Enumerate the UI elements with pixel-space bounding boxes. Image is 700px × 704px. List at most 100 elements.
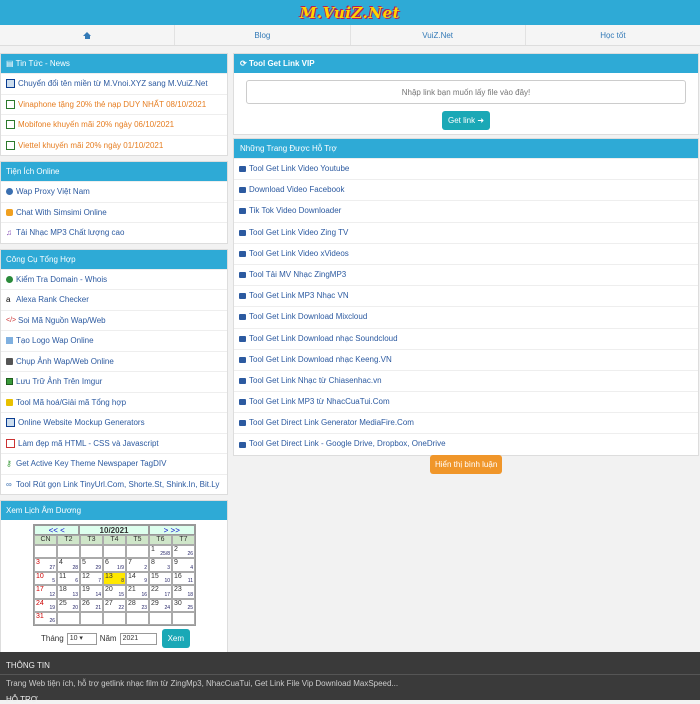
month-select[interactable]: 10 ▾ (66, 632, 97, 645)
year-input[interactable]: 2021 (119, 632, 157, 645)
calendar-day[interactable]: 12 7 (80, 571, 103, 586)
nav-blog[interactable]: Blog (175, 25, 351, 45)
lock-icon (6, 398, 13, 406)
tool-item[interactable]: Chụp Ảnh Wap/Web Online (1, 350, 227, 372)
dow-label: T4 (103, 535, 126, 545)
calendar-day[interactable]: 24 19 (34, 598, 57, 612)
get-link-button[interactable]: Get link ➜ (441, 111, 491, 130)
link-input[interactable] (246, 80, 686, 104)
supported-item[interactable]: Tool Get Link Video Zing TV (234, 221, 698, 243)
calendar-day[interactable]: 22 17 (149, 585, 172, 599)
supported-title: Những Trang Được Hỗ Trợ (234, 139, 698, 158)
calendar-day[interactable]: 20 15 (103, 585, 126, 599)
calendar-day[interactable]: 31 26 (34, 611, 57, 626)
nav-hoc-tot[interactable]: Học tốt (526, 25, 700, 45)
calendar-day[interactable]: 27 22 (103, 598, 126, 612)
tool-item[interactable]: ∞ Tool Rút gọn Link TinyUrl.Com, Shorte.S… (1, 473, 227, 495)
supported-item[interactable]: Tool Get Link MP3 Nhạc VN (234, 285, 698, 306)
tool-item[interactable]: Lưu Trữ Ảnh Trên Imgur (1, 371, 227, 392)
tool-item[interactable]: Làm đẹp mã HTML - CSS và Javascript (1, 432, 227, 454)
calendar-day[interactable]: 25 20 (57, 598, 80, 612)
supported-item[interactable]: Tik Tok Video Downloader (234, 200, 698, 221)
supported-panel: Những Trang Được Hỗ Trợ Tool Get Link Vi… (233, 138, 699, 456)
prev-month-button[interactable]: << < (34, 525, 80, 535)
online-item[interactable]: ♫ Tải Nhạc MP3 Chất lượng cao (1, 222, 227, 243)
calendar-day[interactable]: 6 1/9 (103, 558, 126, 572)
calendar-day[interactable]: 21 16 (126, 585, 149, 599)
arrow-right-icon: ➜ (477, 116, 485, 125)
dow-label: T6 (149, 535, 172, 545)
supported-item[interactable]: Tool Get Link Download nhạc Soundcloud (234, 327, 698, 349)
footer-title-support: HỖ TRỢ (6, 695, 38, 704)
file-code-icon (6, 438, 15, 448)
tool-item[interactable]: Tạo Logo Wap Online (1, 330, 227, 351)
online-panel: Tiện Ích Online Wap Proxy Việt Nam Chat … (0, 161, 228, 244)
calendar-day[interactable]: 23 18 (172, 585, 195, 599)
vip-title: ⟳ Tool Get Link VIP (234, 54, 698, 73)
year-label: Năm (99, 634, 117, 644)
share-icon (239, 420, 246, 427)
news-item[interactable]: Vinaphone tặng 20% thẻ nạp DUY NHẤT 08/1… (1, 93, 227, 115)
calendar-day[interactable]: 11 6 (57, 571, 80, 586)
supported-item[interactable]: Tool Get Direct Link Generator MediaFire… (234, 412, 698, 433)
calendar-day[interactable]: 18 13 (57, 585, 80, 599)
newspaper-icon: ▤ (6, 59, 16, 68)
supported-item[interactable]: Tool Get Link Download nhạc Keeng.VN (234, 348, 698, 370)
calendar-day[interactable]: 10 5 (34, 571, 57, 586)
calendar-day[interactable]: 17 12 (34, 585, 57, 599)
supported-item[interactable]: Tool Get Direct Link - Google Drive, Dro… (234, 433, 698, 454)
calendar-day[interactable]: 83 (149, 558, 172, 572)
view-calendar-button[interactable]: Xem (161, 629, 191, 649)
calendar-day[interactable]: 72 (126, 558, 149, 572)
main-content: ⟳ Tool Get Link VIP Get link ➜ Những Tra… (233, 53, 699, 459)
site-logo[interactable]: M.VuiZ.Net (300, 4, 400, 22)
calendar-day[interactable]: 26 21 (80, 598, 103, 612)
next-month-button[interactable]: > >> (148, 525, 195, 535)
tool-item[interactable]: a Alexa Rank Checker (1, 289, 227, 310)
tool-item[interactable]: Tool Mã hoá/Giải mã Tổng hợp (1, 391, 227, 413)
calendar-day[interactable]: 19 14 (80, 585, 103, 599)
tool-item[interactable]: Kiểm Tra Domain - Whois (1, 268, 227, 290)
calendar-day[interactable]: 15 10 (149, 571, 172, 586)
calendar-day[interactable]: 28 23 (126, 598, 149, 612)
show-comments-button[interactable]: Hiển thị bình luận (430, 455, 503, 474)
calendar-day[interactable]: 94 (172, 558, 195, 572)
nav-vuiz[interactable]: VuiZ.Net (351, 25, 526, 45)
folder-icon (6, 337, 13, 345)
news-item[interactable]: Chuyển đổi tên miền từ M.Vnoi.XYZ sang M… (1, 73, 227, 94)
tool-item[interactable]: Online Website Mockup Generators (1, 412, 227, 433)
key-icon: ⚷ (6, 459, 12, 469)
calendar-day[interactable]: 30 25 (172, 598, 195, 612)
camera-icon (6, 357, 13, 365)
calendar-day[interactable]: 29 24 (149, 598, 172, 612)
supported-item[interactable]: Download Video Facebook (234, 179, 698, 200)
calendar-day[interactable]: 5 29 (80, 558, 103, 572)
calendar-day[interactable]: 16 11 (172, 571, 195, 586)
calendar-empty (80, 545, 103, 559)
vip-panel: ⟳ Tool Get Link VIP Get link ➜ (233, 53, 699, 135)
online-item[interactable]: Chat With Simsimi Online (1, 201, 227, 223)
news-item[interactable]: Viettel khuyến mãi 20% ngày 01/10/2021 (1, 134, 227, 156)
calendar-day[interactable]: 4 28 (57, 558, 80, 572)
supported-item[interactable]: Tool Tải MV Nhạc ZingMP3 (234, 263, 698, 285)
news-item[interactable]: Mobifone khuyến mãi 20% ngày 06/10/2021 (1, 114, 227, 135)
calendar-today[interactable]: 13 8 (103, 571, 126, 586)
supported-item[interactable]: Tool Get Link Video Youtube (234, 158, 698, 179)
online-item[interactable]: Wap Proxy Việt Nam (1, 181, 227, 202)
supported-item[interactable]: Tool Get Link MP3 từ NhacCuaTui.Com (234, 391, 698, 412)
footer: THÔNG TIN Trang Web tiện ích, hỗ trợ get… (0, 652, 700, 704)
share-icon (239, 272, 246, 279)
document-icon (6, 120, 15, 130)
calendar-day[interactable]: 14 9 (126, 571, 149, 586)
supported-item[interactable]: Tool Get Link Nhạc từ Chiasenhac.vn (234, 369, 698, 391)
calendar-day[interactable]: 1 25/8 (149, 545, 172, 559)
nav-home[interactable] (0, 25, 176, 45)
tool-item[interactable]: ⚷ Get Active Key Theme Newspaper TagDIV (1, 453, 227, 474)
share-icon (239, 441, 246, 448)
supported-item[interactable]: Tool Get Link Download Mixcloud (234, 306, 698, 327)
calendar-day[interactable]: 2 26 (172, 545, 195, 559)
top-nav: Blog VuiZ.Net Học tốt (0, 25, 700, 46)
tool-item[interactable]: </> Soi Mã Nguồn Wap/Web (1, 309, 227, 331)
calendar-day[interactable]: 3 27 (34, 558, 57, 572)
supported-item[interactable]: Tool Get Link Video xVideos (234, 242, 698, 264)
